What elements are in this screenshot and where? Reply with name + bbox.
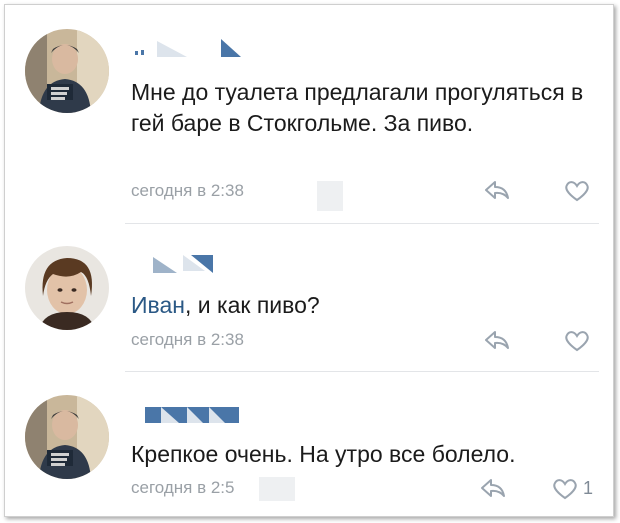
reply-icon[interactable] (479, 477, 507, 504)
heart-icon[interactable] (563, 179, 591, 208)
comment-timestamp[interactable]: сегодня в 2:38 (131, 181, 244, 201)
reply-icon[interactable] (483, 329, 511, 356)
avatar[interactable] (25, 395, 109, 479)
author-name-redacted[interactable] (131, 403, 251, 425)
smudge (259, 477, 295, 501)
comment-text: Крепкое очень. На утро все болело. (131, 441, 516, 467)
mention-link[interactable]: Иван (131, 292, 185, 318)
like-count: 1 (583, 478, 594, 498)
comments-panel: Мне до туалета предлагали прогуляться в … (4, 4, 614, 517)
reply-icon[interactable] (483, 179, 511, 206)
divider (125, 223, 599, 224)
comment-text-body: , и как пиво? (185, 292, 320, 318)
divider (125, 371, 599, 372)
author-name-redacted[interactable] (131, 37, 251, 59)
comment-timestamp[interactable]: сегодня в 2:38 (131, 330, 244, 350)
comment-text: Иван, и как пиво? (131, 290, 601, 321)
avatar[interactable] (25, 29, 109, 113)
author-name-redacted[interactable] (131, 253, 251, 275)
heart-icon[interactable] (563, 329, 591, 358)
heart-icon[interactable] (551, 477, 579, 506)
smudge (317, 181, 343, 211)
avatar[interactable] (25, 246, 109, 330)
comment-timestamp[interactable]: сегодня в 2:5 (131, 478, 235, 498)
comment-text: Мне до туалета предлагали прогуляться в … (131, 79, 584, 136)
